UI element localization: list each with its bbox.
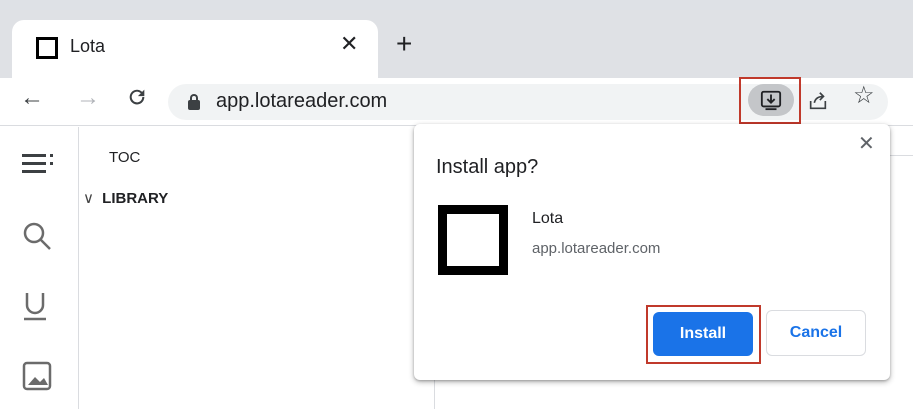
tab-strip: Lota ✕ +: [0, 0, 913, 78]
close-icon[interactable]: ✕: [858, 134, 875, 154]
reload-icon[interactable]: [126, 86, 148, 113]
lock-icon[interactable]: [188, 94, 200, 110]
url-text[interactable]: app.lotareader.com: [216, 90, 387, 113]
back-arrow-icon[interactable]: ←: [20, 86, 44, 110]
install-button-highlight-box: [646, 305, 761, 364]
tab-close-icon[interactable]: ✕: [340, 33, 358, 55]
toc-label: TOC: [109, 149, 141, 166]
chevron-down-icon[interactable]: ∨: [83, 190, 94, 207]
install-app-dialog: Install app? ✕ Lota app.lotareader.com I…: [414, 124, 890, 380]
cancel-button[interactable]: Cancel: [766, 310, 866, 356]
share-icon[interactable]: [807, 90, 829, 117]
app-icon: [438, 205, 508, 275]
dialog-title: Install app?: [436, 156, 539, 178]
search-icon[interactable]: [22, 221, 52, 256]
tab-favicon-icon: [36, 37, 58, 59]
menu-icon[interactable]: [22, 151, 56, 180]
star-icon[interactable]: ☆: [853, 84, 875, 108]
image-icon[interactable]: [22, 361, 52, 396]
library-label: LIBRARY: [102, 190, 169, 207]
toc-panel: TOC ∨ LIBRARY: [79, 127, 435, 409]
underline-icon[interactable]: [22, 291, 48, 326]
tab-title: Lota: [70, 36, 106, 56]
left-rail: [0, 127, 79, 409]
app-name: Lota: [532, 210, 564, 227]
install-icon-highlight-box: [739, 77, 801, 124]
library-tree-item[interactable]: ∨ LIBRARY: [83, 189, 168, 207]
browser-tab[interactable]: Lota ✕: [12, 20, 378, 78]
forward-arrow-icon[interactable]: →: [76, 86, 100, 110]
app-url: app.lotareader.com: [532, 240, 661, 257]
new-tab-button[interactable]: +: [396, 30, 412, 58]
